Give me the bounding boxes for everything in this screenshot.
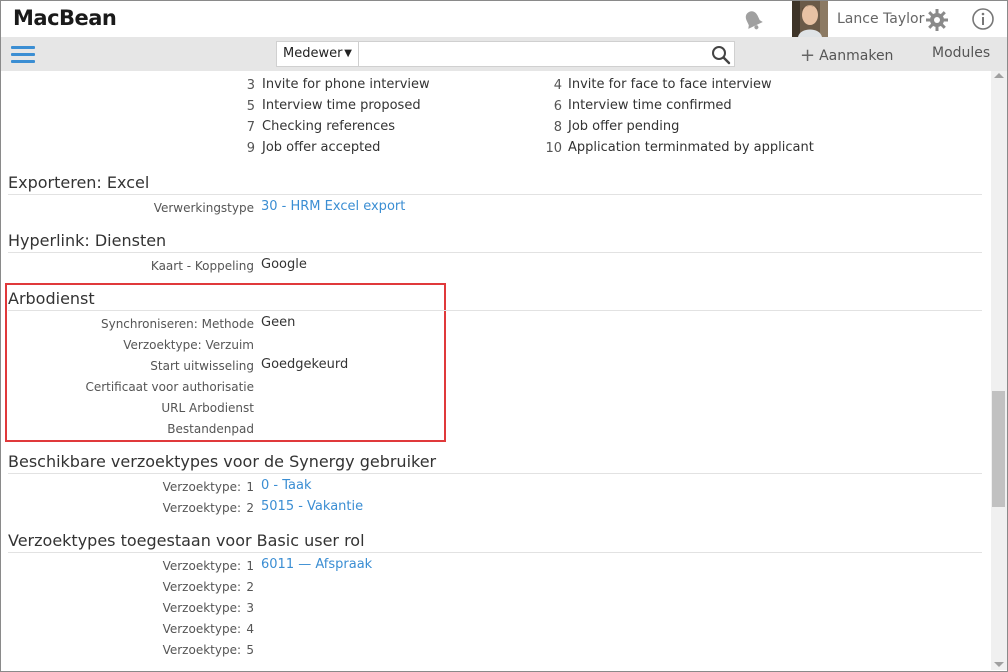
section-title-hyperlink: Hyperlink: Diensten — [8, 231, 167, 250]
field-label: Verzoektype: — [162, 580, 241, 594]
scrollbar-thumb[interactable] — [992, 391, 1005, 507]
field-label: Synchroniseren: Methode — [100, 317, 254, 331]
field-number: 4 — [246, 622, 254, 636]
section-divider — [8, 194, 982, 195]
status-label: Invite for phone interview — [262, 77, 430, 92]
search-scope-select[interactable]: Medewer ▼ — [277, 42, 359, 66]
field-number: 1 — [246, 480, 254, 494]
status-label: Interview time proposed — [262, 98, 421, 113]
status-number: 9 — [246, 141, 255, 156]
section-divider — [8, 252, 982, 253]
scroll-down-arrow-icon[interactable] — [994, 662, 1004, 667]
field-label: Verzoektype: — [162, 601, 241, 615]
gear-icon[interactable] — [925, 8, 949, 32]
request-type-link[interactable]: 0 - Taak — [261, 478, 311, 493]
section-divider — [8, 552, 982, 553]
field-value: Geen — [261, 315, 296, 330]
field-number: 1 — [246, 559, 254, 573]
create-label: Aanmaken — [819, 48, 894, 64]
section-divider — [8, 473, 982, 474]
status-label: Interview time confirmed — [568, 98, 732, 113]
status-number: 7 — [246, 120, 255, 135]
field-label: Verzoektype: — [162, 559, 241, 573]
scroll-up-arrow-icon[interactable] — [994, 73, 1004, 78]
field-label: Verzoektype: — [162, 643, 241, 657]
field-label: Verwerkingstype — [153, 201, 254, 215]
field-label: Certificaat voor authorisatie — [85, 380, 254, 394]
search-scope-label: Medewer — [283, 46, 343, 61]
section-title-synergy: Beschikbare verzoektypes voor de Synergy… — [8, 452, 437, 471]
status-number: 8 — [553, 120, 562, 135]
field-value: Goedgekeurd — [261, 357, 349, 372]
status-label: Invite for face to face interview — [568, 77, 772, 92]
field-label: Verzoektype: — [162, 622, 241, 636]
status-number: 4 — [553, 78, 562, 93]
field-number: 5 — [246, 643, 254, 657]
section-title-arbodienst: Arbodienst — [8, 289, 95, 308]
status-number: 6 — [553, 99, 562, 114]
status-number: 10 — [545, 141, 562, 156]
status-label: Job offer pending — [568, 119, 680, 134]
status-number: 5 — [246, 99, 255, 114]
menu-icon[interactable] — [11, 43, 35, 65]
modules-button[interactable]: Modules — [932, 45, 990, 61]
status-label: Checking references — [262, 119, 396, 134]
main-content: 3 Invite for phone interview 4 Invite fo… — [1, 71, 991, 670]
field-label: Bestandenpad — [167, 422, 254, 436]
top-bar: MacBean Lance Taylor — [1, 1, 1007, 37]
field-value: Google — [261, 257, 307, 272]
plus-icon: + — [800, 45, 816, 66]
field-label: Verzoektype: — [162, 501, 241, 515]
field-number: 2 — [246, 580, 254, 594]
section-divider — [8, 310, 982, 311]
field-number: 2 — [246, 501, 254, 515]
field-label: Start uitwisseling — [150, 359, 254, 373]
bell-icon[interactable] — [741, 8, 765, 32]
search-icon[interactable] — [711, 45, 731, 65]
toolbar: Medewer ▼ + Aanmaken Modules — [1, 37, 1007, 71]
export-type-link[interactable]: 30 - HRM Excel export — [261, 199, 405, 214]
status-label: Job offer accepted — [262, 140, 381, 155]
field-label: URL Arbodienst — [161, 401, 254, 415]
search-box: Medewer ▼ — [276, 41, 735, 67]
info-icon[interactable] — [971, 7, 995, 31]
user-name[interactable]: Lance Taylor — [837, 11, 924, 27]
field-label: Verzoektype: — [162, 480, 241, 494]
request-type-link[interactable]: 5015 - Vakantie — [261, 499, 363, 514]
field-label: Kaart - Koppeling — [150, 259, 254, 273]
status-number: 3 — [246, 78, 255, 93]
section-title-export: Exporteren: Excel — [8, 173, 150, 192]
status-label: Application terminmated by applicant — [568, 140, 814, 155]
avatar[interactable] — [792, 1, 828, 37]
section-title-basic: Verzoektypes toegestaan voor Basic user … — [8, 531, 365, 550]
request-type-link[interactable]: 6011 — Afspraak — [261, 557, 372, 572]
field-label: Verzoektype: Verzuim — [123, 338, 254, 352]
app-logo[interactable]: MacBean — [13, 6, 117, 30]
field-number: 3 — [246, 601, 254, 615]
caret-down-icon: ▼ — [344, 48, 352, 59]
create-button[interactable]: + Aanmaken — [800, 44, 894, 66]
vertical-scrollbar[interactable] — [991, 71, 1007, 670]
search-input[interactable] — [361, 43, 705, 67]
